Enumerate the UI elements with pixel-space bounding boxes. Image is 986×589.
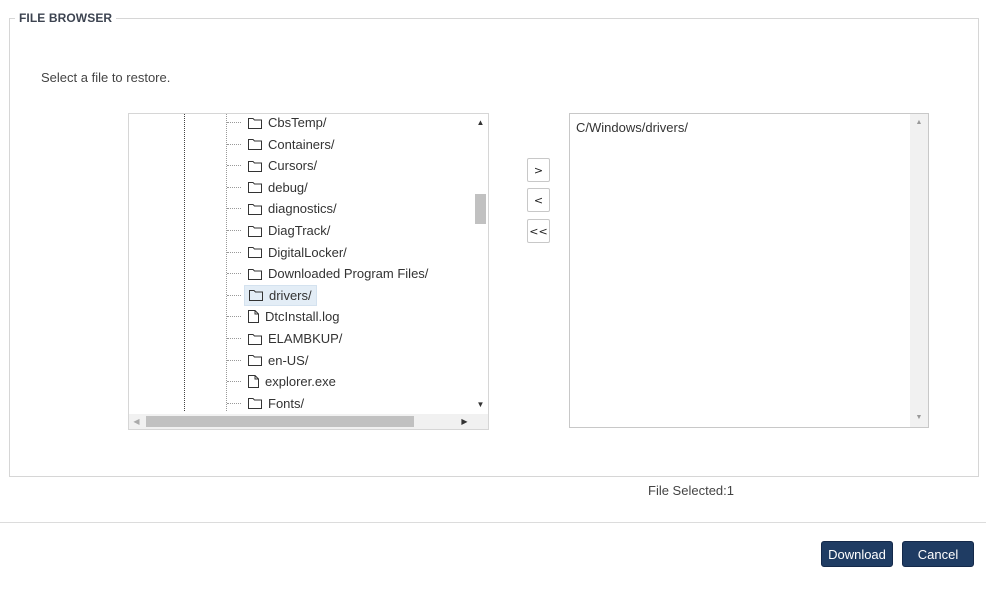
tree-file-node[interactable]: DtcInstall.log: [244, 306, 343, 327]
tree-item[interactable]: diagnostics/: [129, 198, 473, 219]
tree-item-label: diagnostics/: [268, 201, 337, 217]
tree-item[interactable]: Downloaded Program Files/: [129, 263, 473, 284]
file-browser-legend: FILE BROWSER: [15, 11, 117, 25]
folder-icon: [248, 203, 268, 215]
tree-item[interactable]: drivers/: [129, 284, 473, 306]
tree-connector: [227, 402, 241, 404]
tree-folder-node[interactable]: debug/: [244, 177, 312, 198]
tree-folder-node[interactable]: drivers/: [244, 284, 317, 306]
tree-horizontal-scroll-thumb[interactable]: [146, 416, 414, 427]
scroll-up-icon[interactable]: ▲: [910, 116, 928, 130]
tree-item[interactable]: Containers/: [129, 134, 473, 155]
tree-connector: [227, 294, 241, 296]
folder-icon: [248, 333, 268, 345]
tree-item-label: DtcInstall.log: [265, 309, 340, 325]
tree-connector: [227, 251, 241, 253]
tree-connector: [227, 381, 241, 383]
tree-item[interactable]: DigitalLocker/: [129, 242, 473, 263]
tree-vertical-scrollbar[interactable]: ▲ ▼: [473, 114, 488, 413]
tree-item-label: debug/: [268, 179, 308, 195]
tree-folder-node[interactable]: Fonts/: [244, 393, 308, 414]
selected-files-list[interactable]: C/Windows/drivers/ ▲ ▼: [569, 113, 929, 428]
folder-icon: [248, 354, 268, 367]
tree-connector: [227, 230, 241, 231]
scroll-down-icon[interactable]: ▼: [473, 397, 488, 412]
tree-item-label: drivers/: [269, 287, 312, 303]
tree-folder-node[interactable]: en-US/: [244, 350, 312, 371]
tree-folder-node[interactable]: ELAMBKUP/: [244, 328, 346, 349]
tree-folder-node[interactable]: Containers/: [244, 134, 338, 155]
tree-item[interactable]: explorer.exe: [129, 371, 473, 392]
instruction-text: Select a file to restore.: [41, 70, 171, 85]
tree-item-label: CbsTemp/: [268, 115, 327, 130]
tree-connector: [227, 165, 241, 167]
tree-folder-node[interactable]: CbsTemp/: [244, 114, 331, 133]
folder-icon: [248, 117, 268, 129]
tree-item-label: ELAMBKUP/: [268, 331, 343, 346]
folder-icon: [249, 289, 269, 302]
tree-connector: [227, 122, 241, 123]
remove-all-button[interactable]: <<: [527, 219, 550, 243]
download-button[interactable]: Download: [821, 541, 893, 567]
tree-connector: [227, 316, 241, 318]
tree-item-label: Cursors/: [268, 158, 318, 174]
scroll-down-icon[interactable]: ▼: [910, 411, 928, 425]
tree-folder-node[interactable]: DigitalLocker/: [244, 242, 351, 263]
tree-connector: [227, 273, 241, 275]
folder-icon: [248, 181, 268, 194]
tree-vertical-scroll-thumb[interactable]: [475, 194, 486, 224]
scroll-right-icon[interactable]: ▶: [457, 414, 472, 429]
tree-connector: [227, 186, 241, 188]
tree-item[interactable]: CbsTemp/: [129, 114, 473, 133]
tree-connector: [227, 143, 241, 145]
folder-icon: [248, 138, 268, 151]
tree-horizontal-scrollbar[interactable]: ◀ ▶: [129, 414, 488, 429]
add-to-selection-button[interactable]: >: [527, 158, 550, 182]
tree-item[interactable]: Cursors/: [129, 155, 473, 176]
tree-folder-node[interactable]: Downloaded Program Files/: [244, 263, 432, 284]
file-icon: [248, 375, 265, 389]
folder-icon: [248, 160, 268, 172]
tree-item[interactable]: debug/: [129, 177, 473, 198]
folder-icon: [248, 268, 268, 280]
folder-icon: [248, 397, 268, 410]
tree-item[interactable]: en-US/: [129, 350, 473, 371]
tree-file-node[interactable]: explorer.exe: [244, 371, 340, 392]
tree-folder-node[interactable]: diagnostics/: [244, 198, 341, 219]
file-icon: [248, 310, 265, 324]
tree-item-label: Containers/: [268, 136, 335, 152]
tree-item[interactable]: ELAMBKUP/: [129, 328, 473, 349]
scroll-left-icon[interactable]: ◀: [129, 414, 144, 429]
scroll-up-icon[interactable]: ▲: [473, 115, 488, 130]
tree-item-label: DiagTrack/: [268, 223, 331, 238]
tree-folder-node[interactable]: Cursors/: [244, 155, 321, 176]
remove-from-selection-button[interactable]: <: [527, 188, 550, 212]
footer-divider: [0, 522, 986, 523]
file-tree-panel[interactable]: CbsTemp/Containers/Cursors/debug/diagnos…: [128, 113, 489, 430]
folder-icon: [248, 225, 268, 237]
cancel-button[interactable]: Cancel: [902, 541, 974, 567]
tree-connector: [227, 359, 241, 361]
tree-folder-node[interactable]: DiagTrack/: [244, 220, 334, 241]
tree-item-label: explorer.exe: [265, 374, 336, 390]
tree-connector: [227, 338, 241, 339]
tree-item-label: DigitalLocker/: [268, 244, 347, 260]
tree-connector: [227, 208, 241, 210]
selected-file-item[interactable]: C/Windows/drivers/: [576, 120, 688, 135]
tree-item-label: Fonts/: [268, 395, 305, 411]
selected-list-scrollbar[interactable]: ▲ ▼: [910, 114, 928, 427]
tree-item[interactable]: Fonts/: [129, 393, 473, 414]
tree-item[interactable]: DiagTrack/: [129, 220, 473, 241]
tree-item-label: Downloaded Program Files/: [268, 266, 429, 282]
file-selected-count: File Selected:1: [648, 483, 734, 498]
folder-icon: [248, 246, 268, 259]
tree-item-label: en-US/: [268, 352, 309, 368]
tree-item[interactable]: DtcInstall.log: [129, 306, 473, 327]
